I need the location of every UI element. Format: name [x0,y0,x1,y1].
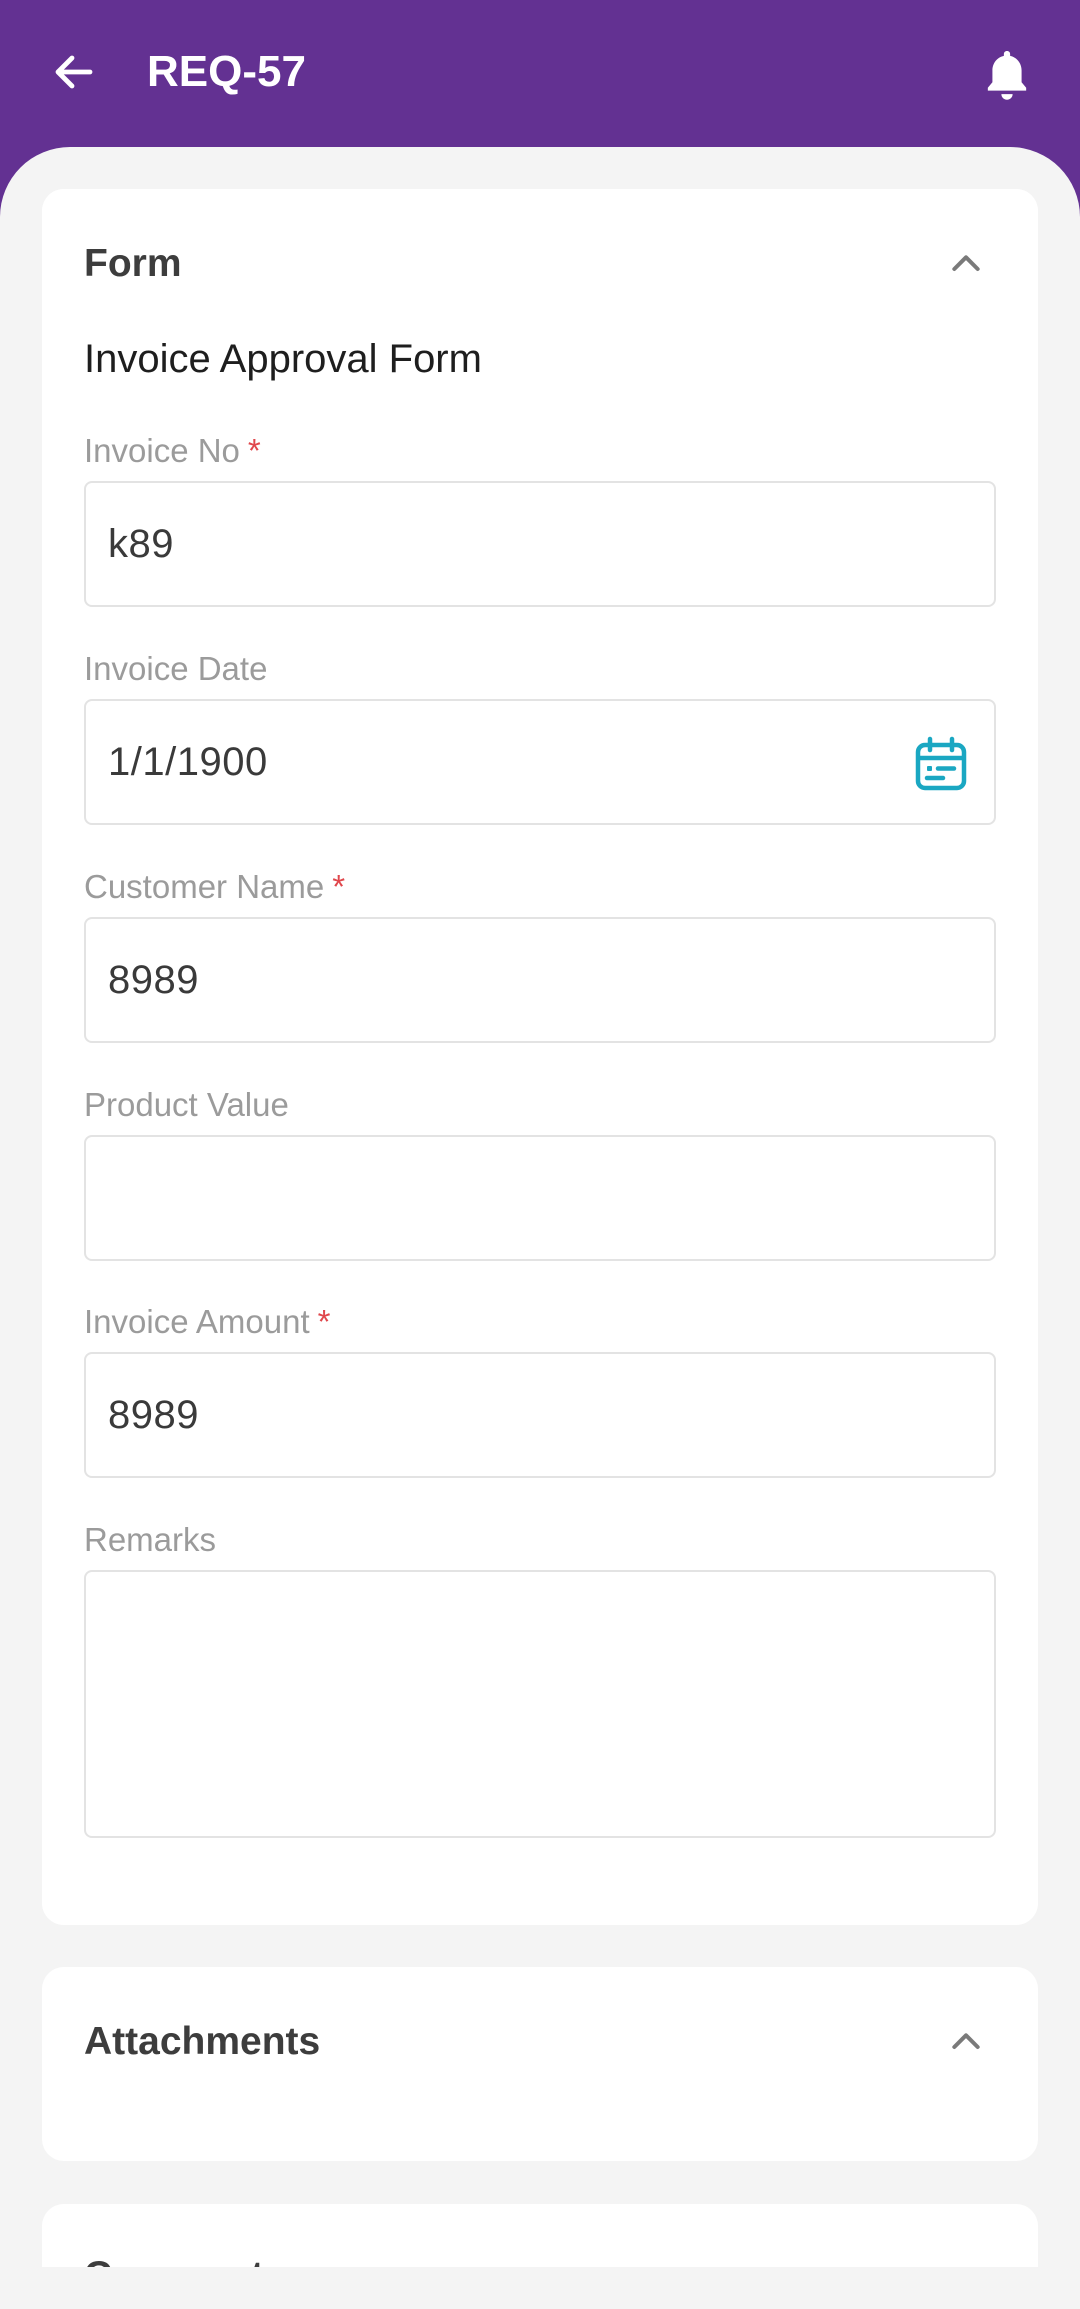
invoice-no-value: k89 [108,521,174,566]
invoice-amount-field[interactable]: 8989 [84,1352,996,1478]
invoice-no-field[interactable]: k89 [84,481,996,607]
customer-name-value: 8989 [108,957,199,1002]
required-marker: * [247,432,261,469]
bell-icon [987,51,1027,100]
attachments-section-header[interactable]: Attachments [84,2012,996,2072]
customer-name-field[interactable]: 8989 [84,917,996,1043]
required-marker: * [332,868,346,905]
invoice-no-label: Invoice No * [84,432,261,470]
required-marker: * [317,1303,331,1340]
customer-name-label: Customer Name * [84,868,345,906]
invoice-date-value: 1/1/1900 [108,739,268,784]
invoice-date-field[interactable]: 1/1/1900 [84,699,996,825]
attachments-card: Attachments [42,1967,1038,2161]
invoice-amount-value: 8989 [108,1392,199,1437]
product-value-label: Product Value [84,1086,289,1123]
form-card-content: Form Invoice Approval Form Invoice No * k… [42,189,1038,1925]
calendar-icon[interactable] [914,736,968,792]
bottom-clip [0,2267,1080,2309]
invoice-no-label-text: Invoice No [84,432,240,469]
app-screen: REQ-57 Form Invoice Approval Form Invoic… [0,0,1080,2309]
page-title: REQ-57 [147,47,306,96]
invoice-amount-label: Invoice Amount * [84,1303,330,1341]
notification-button[interactable] [972,40,1042,110]
chevron-up-icon[interactable] [942,2018,990,2066]
form-name: Invoice Approval Form [84,337,482,381]
remarks-label: Remarks [84,1521,217,1558]
customer-name-label-text: Customer Name [84,868,325,905]
attachments-section-title: Attachments [84,2020,321,2063]
remarks-textarea[interactable] [84,1570,996,1838]
arrow-left-icon [55,55,93,89]
back-button[interactable] [42,40,106,104]
chevron-up-icon[interactable] [942,240,990,288]
invoice-date-label: Invoice Date [84,650,268,687]
form-section-title: Form [84,242,182,285]
product-value-field[interactable] [84,1135,996,1261]
form-section-header[interactable]: Form [84,234,996,294]
invoice-amount-label-text: Invoice Amount [84,1303,310,1340]
